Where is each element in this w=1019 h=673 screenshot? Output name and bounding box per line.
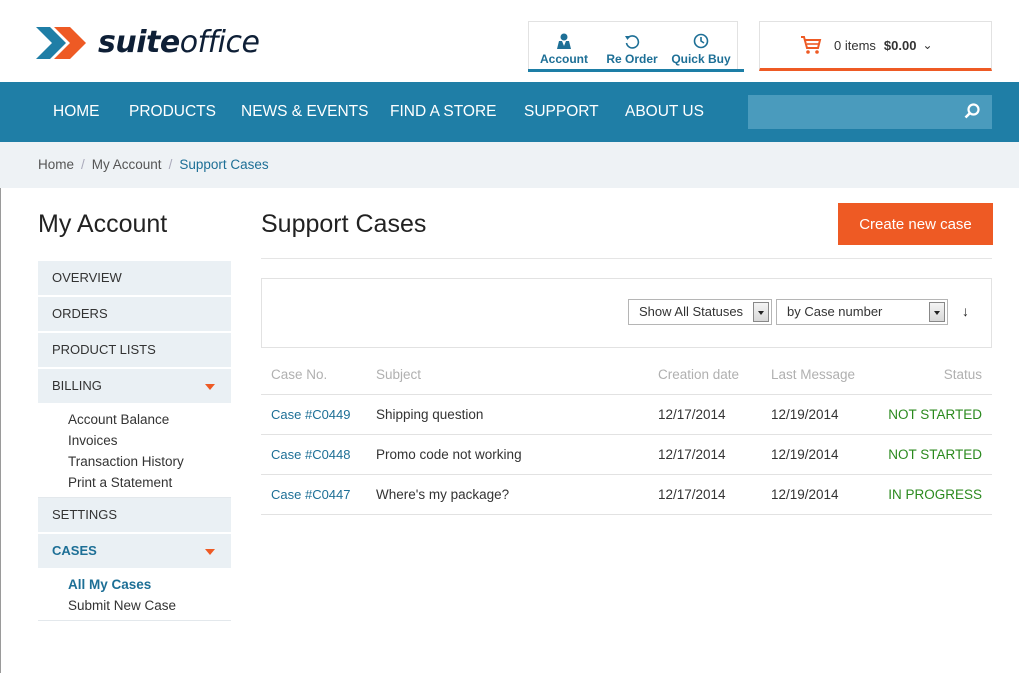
nav-find-store[interactable]: FIND A STORE bbox=[390, 82, 497, 142]
account-link[interactable]: Account bbox=[529, 22, 599, 72]
create-new-case-button[interactable]: Create new case bbox=[838, 203, 993, 245]
sidebar-item-orders[interactable]: ORDERS bbox=[38, 297, 231, 333]
header-last-message[interactable]: Last Message bbox=[771, 355, 855, 395]
case-creation-date: 12/17/2014 bbox=[658, 407, 726, 422]
nav-support[interactable]: SUPPORT bbox=[524, 82, 599, 142]
clock-icon bbox=[693, 33, 709, 49]
quick-links: Account Re Order Quick Buy bbox=[528, 21, 738, 71]
cart-amount: $0.00 bbox=[883, 37, 917, 53]
sidebar-item-label: PRODUCT LISTS bbox=[52, 342, 156, 357]
dropdown-arrow-icon bbox=[753, 302, 769, 322]
case-subject: Where's my package? bbox=[376, 487, 510, 502]
sidebar-item-billing[interactable]: BILLING bbox=[38, 369, 231, 405]
case-subject: Shipping question bbox=[376, 407, 484, 422]
cart-items: 0 items bbox=[834, 37, 876, 53]
sort-select[interactable]: by Case number bbox=[776, 299, 948, 325]
case-last-message: 12/19/2014 bbox=[771, 487, 839, 502]
nav-news-events[interactable]: NEWS & EVENTS bbox=[241, 82, 368, 142]
header-status[interactable]: Status bbox=[944, 355, 982, 395]
reorder-label: Re Order bbox=[606, 52, 658, 66]
mini-cart[interactable]: 0 items $0.00 ⌄ bbox=[759, 21, 992, 71]
breadcrumb-my-account[interactable]: My Account bbox=[92, 157, 162, 172]
sidebar-item-product-lists[interactable]: PRODUCT LISTS bbox=[38, 333, 231, 369]
billing-submenu: Account Balance Invoices Transaction His… bbox=[38, 405, 231, 498]
cases-table: Case No. Subject Creation date Last Mess… bbox=[261, 355, 992, 515]
case-creation-date: 12/17/2014 bbox=[658, 487, 726, 502]
header-creation-date[interactable]: Creation date bbox=[658, 355, 739, 395]
sidebar-item-settings[interactable]: SETTINGS bbox=[38, 498, 231, 534]
account-label: Account bbox=[540, 52, 588, 66]
search-icon[interactable] bbox=[964, 103, 980, 119]
sidebar-item-label: SETTINGS bbox=[52, 507, 118, 522]
case-subject: Promo code not working bbox=[376, 447, 522, 462]
case-number-link[interactable]: Case #C0448 bbox=[271, 435, 351, 475]
nav-about-us[interactable]: ABOUT US bbox=[625, 82, 704, 142]
sidebar-item-label: OVERVIEW bbox=[52, 270, 122, 285]
case-number-link[interactable]: Case #C0447 bbox=[271, 475, 351, 515]
sidebar-item-cases[interactable]: CASES bbox=[38, 534, 231, 570]
site-header: suiteoffice Account Re Order Quick Buy 0… bbox=[0, 0, 1019, 82]
caret-down-icon bbox=[205, 549, 215, 555]
sidebar-title: My Account bbox=[38, 210, 168, 238]
search-input[interactable] bbox=[748, 95, 992, 129]
quick-buy-link[interactable]: Quick Buy bbox=[665, 22, 737, 72]
chevron-down-icon: ⌄ bbox=[922, 38, 933, 52]
main-nav: HOME PRODUCTS NEWS & EVENTS FIND A STORE… bbox=[0, 82, 1019, 142]
sidebar-item-label: BILLING bbox=[52, 378, 102, 393]
nav-home[interactable]: HOME bbox=[53, 82, 100, 142]
case-status: IN PROGRESS bbox=[888, 487, 982, 502]
sort-value: by Case number bbox=[787, 304, 883, 319]
breadcrumb-separator: / bbox=[81, 157, 85, 172]
sidebar-subitem-account-balance[interactable]: Account Balance bbox=[68, 409, 231, 430]
sort-direction-icon[interactable]: ↓ bbox=[962, 303, 969, 319]
sidebar-subitem-print-statement[interactable]: Print a Statement bbox=[68, 472, 231, 493]
breadcrumb: Home / My Account / Support Cases bbox=[0, 142, 1019, 188]
account-sidebar: OVERVIEW ORDERS PRODUCT LISTS BILLING Ac… bbox=[38, 261, 231, 621]
case-creation-date: 12/17/2014 bbox=[658, 447, 726, 462]
sidebar-item-label: ORDERS bbox=[52, 306, 108, 321]
page-title: Support Cases bbox=[261, 210, 427, 238]
reorder-icon bbox=[625, 35, 640, 49]
nav-products[interactable]: PRODUCTS bbox=[129, 82, 216, 142]
sidebar-subitem-transaction-history[interactable]: Transaction History bbox=[68, 451, 231, 472]
status-filter-select[interactable]: Show All Statuses bbox=[628, 299, 772, 325]
sidebar-subitem-all-my-cases[interactable]: All My Cases bbox=[68, 574, 231, 595]
brand-name: suiteoffice bbox=[98, 25, 260, 60]
quick-links-underline bbox=[528, 69, 744, 72]
case-status: NOT STARTED bbox=[888, 407, 982, 422]
sidebar-subitem-invoices[interactable]: Invoices bbox=[68, 430, 231, 451]
case-last-message: 12/19/2014 bbox=[771, 447, 839, 462]
table-header: Case No. Subject Creation date Last Mess… bbox=[261, 355, 992, 395]
case-number-link[interactable]: Case #C0449 bbox=[271, 395, 351, 435]
brand-logo[interactable]: suiteoffice bbox=[36, 25, 260, 61]
caret-down-icon bbox=[205, 384, 215, 390]
table-row[interactable]: Case #C0447 Where's my package? 12/17/20… bbox=[261, 475, 992, 515]
status-filter-value: Show All Statuses bbox=[639, 304, 744, 319]
title-divider bbox=[261, 258, 992, 259]
table-row[interactable]: Case #C0449 Shipping question 12/17/2014… bbox=[261, 395, 992, 435]
breadcrumb-current: Support Cases bbox=[179, 157, 269, 172]
logo-chevrons-icon bbox=[36, 27, 86, 59]
reorder-link[interactable]: Re Order bbox=[599, 22, 665, 72]
sidebar-subitem-submit-new-case[interactable]: Submit New Case bbox=[68, 595, 231, 616]
case-status: NOT STARTED bbox=[888, 447, 982, 462]
table-row[interactable]: Case #C0448 Promo code not working 12/17… bbox=[261, 435, 992, 475]
header-subject[interactable]: Subject bbox=[376, 355, 421, 395]
sidebar-item-overview[interactable]: OVERVIEW bbox=[38, 261, 231, 297]
dropdown-arrow-icon bbox=[929, 302, 945, 322]
cases-submenu: All My Cases Submit New Case bbox=[38, 570, 231, 621]
filter-bar: Show All Statuses by Case number ↓ bbox=[261, 278, 992, 348]
person-icon bbox=[557, 33, 571, 49]
cart-icon bbox=[801, 36, 822, 54]
header-case-no[interactable]: Case No. bbox=[271, 355, 327, 395]
quick-buy-label: Quick Buy bbox=[671, 52, 731, 66]
search-box bbox=[748, 95, 992, 129]
case-last-message: 12/19/2014 bbox=[771, 407, 839, 422]
breadcrumb-separator: / bbox=[168, 157, 173, 172]
breadcrumb-home[interactable]: Home bbox=[38, 157, 74, 172]
sidebar-item-label: CASES bbox=[52, 543, 97, 558]
